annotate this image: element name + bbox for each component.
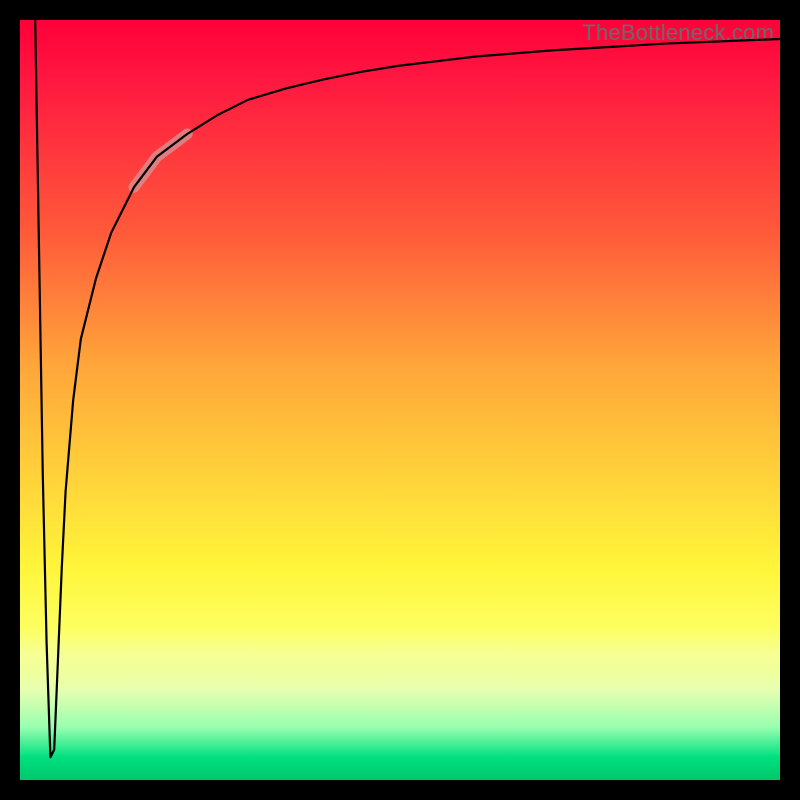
curve-accent — [134, 134, 187, 187]
chart-frame: TheBottleneck.com — [0, 0, 800, 800]
plot-area: TheBottleneck.com — [20, 20, 780, 780]
curve-svg — [20, 20, 780, 780]
bottleneck-curve-line — [35, 20, 780, 757]
